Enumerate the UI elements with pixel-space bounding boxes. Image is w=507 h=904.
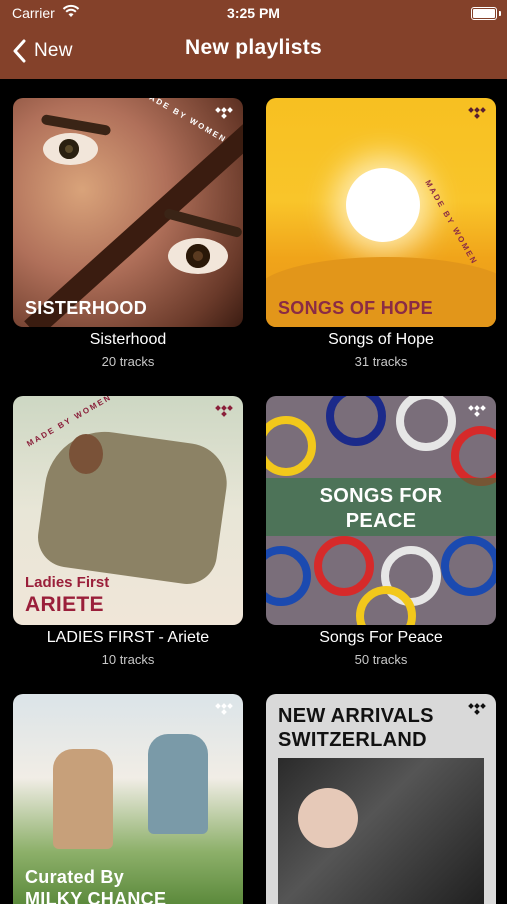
tidal-logo-icon bbox=[215, 405, 233, 417]
navigation-header: Carrier 3:25 PM New New playlists bbox=[0, 0, 507, 79]
status-bar: Carrier 3:25 PM bbox=[0, 0, 507, 26]
sun-image bbox=[346, 168, 420, 242]
cover-title: SONGS OF HOPE bbox=[278, 298, 433, 318]
playlist-cover[interactable]: SONGS FOR PEACE bbox=[266, 396, 496, 625]
tidal-logo-icon bbox=[468, 703, 486, 715]
tidal-logo-icon bbox=[468, 107, 486, 119]
eye-image bbox=[168, 238, 228, 274]
track-count: 10 tracks bbox=[101, 652, 155, 667]
made-by-women-badge: MADE BY WOMEN bbox=[423, 178, 480, 267]
cover-title: NEW ARRIVALS SWITZERLAND bbox=[278, 705, 434, 751]
cover-title: Curated By MILKY CHANCE bbox=[25, 867, 167, 904]
clock: 3:25 PM bbox=[227, 5, 280, 21]
tidal-logo-icon bbox=[468, 405, 486, 417]
playlist-name: Songs of Hope bbox=[328, 331, 434, 348]
playlist-name: Songs For Peace bbox=[319, 629, 443, 646]
battery-icon bbox=[471, 7, 497, 20]
eye-image bbox=[43, 133, 98, 165]
track-count: 31 tracks bbox=[354, 354, 408, 369]
cover-subtitle: Ladies First bbox=[25, 574, 110, 591]
cover-title: ARIETE bbox=[25, 593, 104, 616]
tidal-logo-icon bbox=[215, 107, 233, 119]
playlist-name: Sisterhood bbox=[89, 331, 167, 348]
battery-tip-icon bbox=[499, 11, 501, 16]
playlist-cover[interactable]: MADE BY WOMEN SISTERHOOD bbox=[13, 98, 243, 327]
tidal-logo-icon bbox=[215, 703, 233, 715]
track-count: 50 tracks bbox=[354, 652, 408, 667]
artist-photo bbox=[34, 424, 232, 588]
playlist-cover[interactable]: NEW ARRIVALS SWITZERLAND bbox=[266, 694, 496, 904]
cover-title: SISTERHOOD bbox=[25, 298, 148, 318]
playlist-cover[interactable]: Curated By MILKY CHANCE bbox=[13, 694, 243, 904]
made-by-women-badge: MADE BY WOMEN bbox=[140, 98, 229, 145]
playlist-name: LADIES FIRST - Ariete bbox=[46, 629, 210, 646]
playlist-cover[interactable]: MADE BY WOMEN Ladies First ARIETE bbox=[13, 396, 243, 625]
page-title: New playlists bbox=[185, 36, 322, 59]
artist-photo bbox=[278, 758, 484, 904]
cover-title: SONGS FOR PEACE bbox=[319, 485, 443, 532]
playlist-cover[interactable]: MADE BY WOMEN SONGS OF HOPE bbox=[266, 98, 496, 327]
track-count: 20 tracks bbox=[101, 354, 155, 369]
